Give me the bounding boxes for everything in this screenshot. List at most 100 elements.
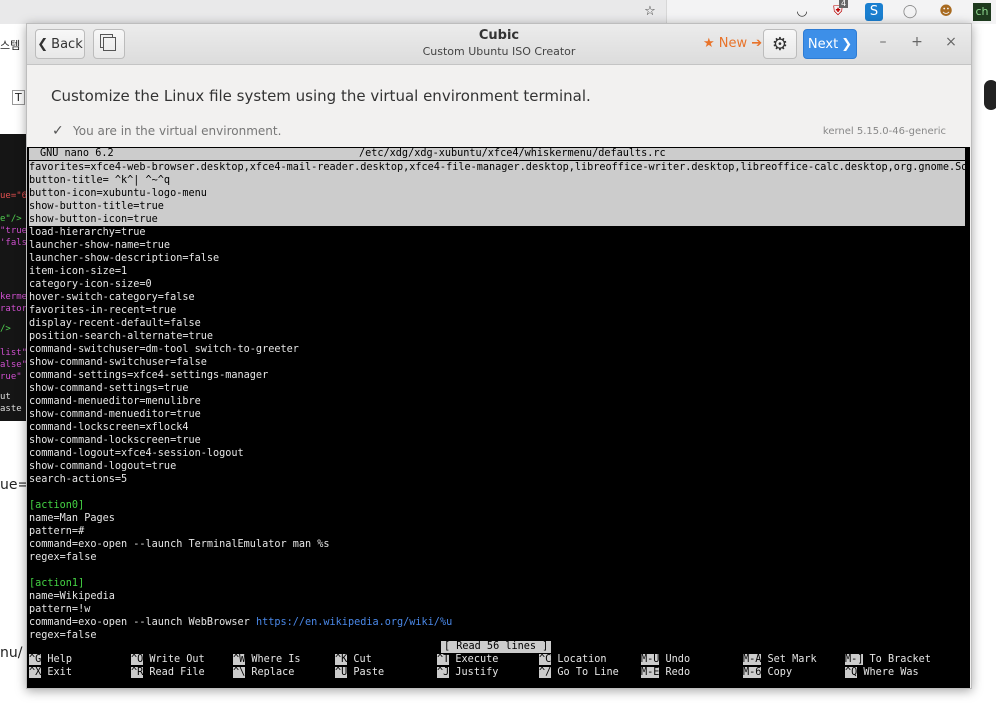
editor-line: command=exo-open --launch WebBrowser htt…	[29, 616, 452, 629]
nano-shortcut-key: ^X	[29, 667, 42, 678]
nano-shortcut: ^\ Replace	[233, 667, 294, 679]
terminal[interactable]: GNU nano 6.2 /etc/xdg/xdg-xubuntu/xfce4/…	[27, 147, 970, 688]
editor-line: regex=false	[29, 552, 97, 563]
page-instruction: Customize the Linux file system using th…	[51, 87, 591, 105]
editor-line: launcher-show-name=true	[29, 240, 171, 251]
chevron-right-icon: ❯	[841, 36, 853, 52]
nano-shortcut-key: M-A	[743, 654, 762, 665]
kernel-version: kernel 5.15.0-46-generic	[822, 126, 946, 137]
editor-line: show-command-settings=true	[29, 383, 189, 394]
editor-line: button-title= ^k^| ^~^q	[29, 174, 965, 187]
maximize-button[interactable]: +	[907, 34, 927, 50]
nano-shortcut: ^K Cut	[335, 654, 372, 666]
background-code-line: />	[0, 324, 11, 334]
extension-s-icon[interactable]: S	[865, 3, 883, 21]
nano-status-message: [ Read 56 lines ]	[441, 641, 552, 653]
nano-shortcut-label: Location	[551, 654, 607, 665]
nano-shortcut-label: Redo	[659, 667, 691, 678]
environment-status: You are in the virtual environment.	[73, 124, 282, 138]
cubic-window: ❮ Back Cubic Custom Ubuntu ISO Creator ★ …	[26, 23, 972, 689]
editor-line: button-icon=xubuntu-logo-menu	[29, 187, 965, 200]
monkey-icon[interactable]: ☻	[937, 3, 955, 21]
nano-shortcut-key: ^R	[131, 667, 144, 678]
editor-line: pattern=#	[29, 526, 85, 537]
nano-shortcut: M-6 Copy	[743, 667, 792, 679]
editor-line: command-settings=xfce4-settings-manager	[29, 370, 269, 381]
nano-shortcut-key: ^W	[233, 654, 246, 665]
minimize-button[interactable]: –	[873, 34, 893, 50]
nano-shortcut-key: ^U	[335, 667, 348, 678]
nano-shortcut-label: Replace	[245, 667, 295, 678]
background-tab-text: 스템	[0, 39, 21, 52]
bookmark-star-icon[interactable]: ☆	[641, 3, 659, 21]
background-code-line: ut	[0, 392, 11, 402]
extension-tray: ☆ ◡ ⛨ 4 S ◯ ☻ ch	[644, 0, 996, 24]
nano-shortcut-label: Undo	[659, 654, 691, 665]
background-code-line: ue="6	[0, 191, 28, 201]
nano-file-path: /etc/xdg/xdg-xubuntu/xfce4/whiskermenu/d…	[359, 148, 666, 159]
gear-icon: ⚙	[771, 33, 789, 55]
editor-line: name=Wikipedia	[29, 591, 115, 602]
nano-shortcut-key: M-E	[641, 667, 660, 678]
checkmark-icon: ✓	[52, 123, 64, 139]
nano-version: GNU nano 6.2	[40, 148, 114, 159]
extension-ch-icon[interactable]: ch	[973, 3, 991, 21]
extension-bracket-icon[interactable]: ◯	[901, 3, 919, 21]
nano-shortcut-label: Copy	[761, 667, 793, 678]
editor-line: position-search-alternate=true	[29, 331, 214, 342]
editor-line: show-button-title=true	[29, 200, 965, 213]
nano-shortcut-label: To Bracket	[863, 654, 931, 665]
nano-shortcut-label: Justify	[449, 667, 499, 678]
nano-shortcut-label: Execute	[449, 654, 499, 665]
nano-shortcut-key: ^/	[539, 667, 552, 678]
editor-line: search-actions=5	[29, 474, 128, 485]
nano-shortcut-key: ^\	[233, 667, 246, 678]
editor-line: item-icon-size=1	[29, 266, 128, 277]
nano-shortcut: ^/ Go To Line	[539, 667, 619, 679]
header-bar: ❮ Back Cubic Custom Ubuntu ISO Creator ★ …	[27, 24, 971, 65]
nano-shortcut: ^J Justify	[437, 667, 498, 679]
editor-line: command-lockscreen=xflock4	[29, 422, 189, 433]
editor-line: favorites=xfce4-web-browser.desktop,xfce…	[29, 161, 970, 174]
background-code-line: alse"	[0, 360, 28, 370]
editor-line: show-command-switchuser=false	[29, 357, 207, 368]
nano-shortcut-key: ^C	[539, 654, 552, 665]
settings-button[interactable]: ⚙	[763, 29, 797, 59]
new-link[interactable]: ★ New ➔	[703, 36, 762, 51]
nano-shortcut-key: ^K	[335, 654, 348, 665]
background-right-strip	[970, 64, 996, 717]
nano-shortcut-label: Where Was	[857, 667, 919, 678]
editor-line: category-icon-size=0	[29, 279, 152, 290]
nano-shortcut: ^O Write Out	[131, 654, 205, 666]
nano-shortcut-key: ^J	[437, 667, 450, 678]
next-button[interactable]: Next ❯	[803, 29, 857, 59]
nano-shortcut-key: ^G	[29, 654, 42, 665]
background-code-line: rue"	[0, 372, 22, 382]
editor-line: launcher-show-description=false	[29, 253, 220, 264]
nano-shortcut-key: ^T	[437, 654, 450, 665]
nano-shortcut: ^G Help	[29, 654, 72, 666]
background-code-line: aste	[0, 404, 22, 414]
nano-shortcut-label: Set Mark	[761, 654, 817, 665]
background-code-line: e"/>	[0, 214, 22, 224]
ublock-badge: 4	[839, 0, 849, 8]
nano-shortcut: M-A Set Mark	[743, 654, 817, 666]
nano-shortcut-label: Where Is	[245, 654, 301, 665]
nano-shortcut: ^C Location	[539, 654, 606, 666]
pocket-icon[interactable]: ◡	[793, 3, 811, 21]
nano-shortcut: ^X Exit	[29, 667, 72, 679]
nano-shortcut: M-U Undo	[641, 654, 690, 666]
nano-shortcut-key: ^O	[131, 654, 144, 665]
editor-line: command-switchuser=dm-tool switch-to-gre…	[29, 344, 299, 355]
editor-url: https://en.wikipedia.org/wiki/%u	[255, 617, 453, 628]
close-button[interactable]: ×	[941, 34, 961, 50]
nano-shortcut-key: M-U	[641, 654, 660, 665]
nano-title-bar: GNU nano 6.2 /etc/xdg/xdg-xubuntu/xfce4/…	[29, 148, 965, 160]
editor-line: [action0]	[29, 500, 85, 511]
tux-icon	[984, 80, 996, 110]
nano-shortcut-label: Write Out	[143, 654, 205, 665]
editor-line: command-menueditor=menulibre	[29, 396, 201, 407]
nano-shortcut: M-E Redo	[641, 667, 690, 679]
editor-line: show-button-icon=true	[29, 213, 965, 226]
nano-shortcut-label: Exit	[41, 667, 72, 678]
